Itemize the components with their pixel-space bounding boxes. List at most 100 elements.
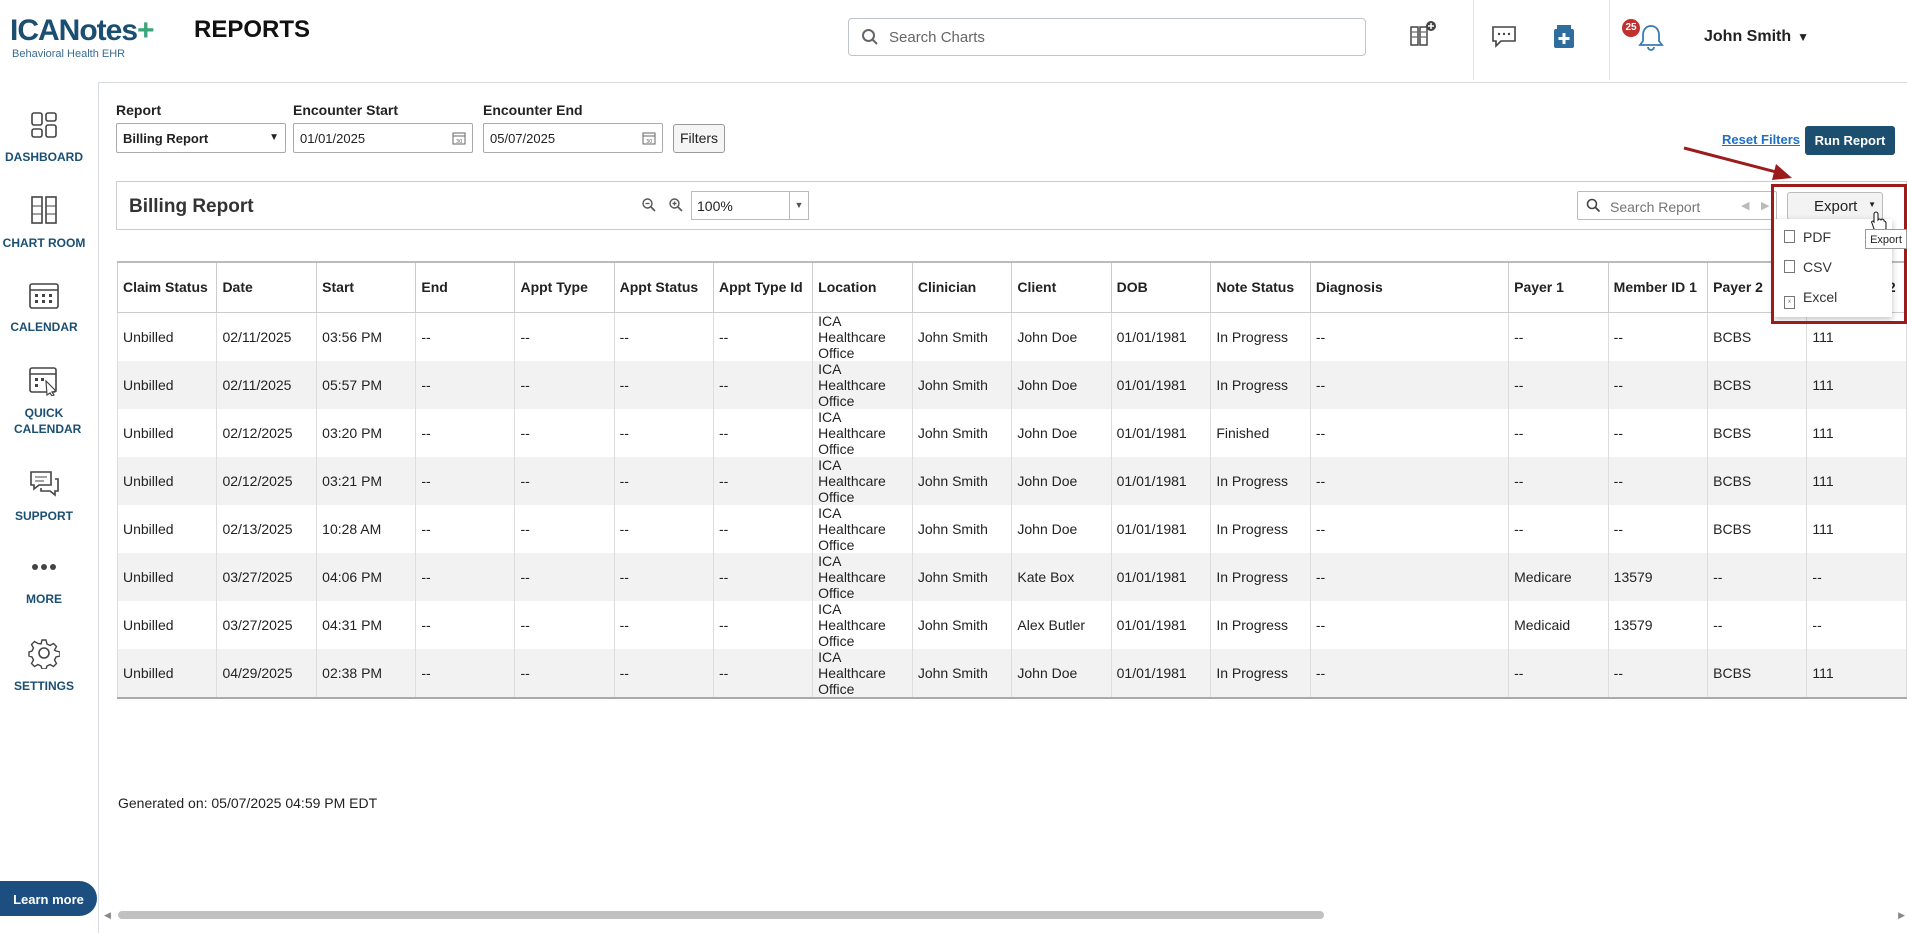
table-cell: -- (415, 456, 516, 505)
table-cell: -- (415, 552, 516, 601)
export-tooltip: Export (1865, 229, 1907, 249)
prev-result-icon[interactable]: ◀ (1741, 199, 1749, 212)
scroll-right-icon[interactable]: ▶ (1898, 910, 1905, 921)
table-cell: 01/01/1981 (1110, 600, 1212, 649)
sidebar-item-dashboard[interactable]: DASHBOARD (0, 110, 88, 165)
table-cell: 02:38 PM (316, 648, 417, 699)
sidebar-item-more[interactable]: MORE (0, 552, 88, 607)
search-charts-input[interactable] (887, 28, 1351, 47)
table-cell: 01/01/1981 (1110, 456, 1212, 505)
search-charts-box[interactable] (848, 18, 1366, 56)
sidebar-item-label: SETTINGS (13, 679, 74, 693)
scroll-left-icon[interactable]: ◀ (104, 910, 111, 921)
table-cell: Medicare (1508, 552, 1609, 601)
search-report-box[interactable]: ◀ ▶ (1577, 191, 1777, 220)
search-report-input[interactable] (1608, 198, 1732, 216)
sidebar-item-chart-room[interactable]: CHART ROOM (0, 194, 88, 251)
table-cell: 111 (1806, 360, 1907, 409)
table-cell: 111 (1806, 648, 1907, 699)
table-cell: Unbilled (116, 552, 218, 601)
horizontal-scrollbar[interactable]: ◀ ▶ (98, 908, 1907, 922)
table-cell: -- (712, 312, 814, 361)
dashboard-icon (31, 112, 57, 138)
table-cell: John Smith (911, 552, 1013, 601)
app-logo[interactable]: ICANotes+ Behavioral Health EHR (10, 14, 155, 60)
page-title: REPORTS (194, 16, 311, 43)
user-menu[interactable]: John Smith ▼ (1704, 28, 1809, 46)
zoom-out-icon[interactable] (641, 197, 657, 218)
table-cell: BCBS (1707, 504, 1808, 553)
table-cell: -- (613, 552, 714, 601)
zoom-value: 100% (697, 198, 733, 214)
table-cell: -- (1309, 504, 1510, 553)
chart-add-icon[interactable] (1408, 20, 1438, 55)
report-select[interactable]: Billing Report ▼ (116, 123, 286, 153)
table-cell: 111 (1806, 408, 1907, 457)
column-header: Start (316, 261, 417, 313)
column-header: Client (1011, 261, 1112, 313)
report-select-value: Billing Report (123, 131, 209, 146)
sidebar-item-settings[interactable]: SETTINGS (0, 637, 88, 694)
table-cell: 01/01/1981 (1110, 360, 1212, 409)
filters-button[interactable]: Filters (673, 124, 725, 153)
encounter-start-field[interactable]: 01/01/2025 30 (293, 123, 473, 153)
table-cell: -- (712, 456, 814, 505)
table-cell: ICA Healthcare Office (812, 312, 913, 361)
report-title: Billing Report (129, 196, 254, 217)
table-cell: John Smith (911, 408, 1013, 457)
table-cell: -- (712, 408, 814, 457)
table-cell: -- (712, 648, 814, 699)
calendar-picker-icon[interactable]: 30 (642, 131, 656, 148)
message-icon[interactable] (1490, 24, 1518, 53)
calendar-picker-icon[interactable]: 30 (452, 131, 466, 148)
quick-calendar-icon (29, 367, 58, 397)
table-cell: 02/13/2025 (216, 504, 318, 553)
table-cell: -- (1309, 552, 1510, 601)
table-cell: John Smith (911, 312, 1013, 361)
table-cell: Alex Butler (1011, 600, 1112, 649)
encounter-end-value: 05/07/2025 (490, 131, 556, 146)
table-cell: -- (1309, 312, 1510, 361)
table-cell: -- (712, 360, 814, 409)
table-cell: -- (415, 360, 516, 409)
bell-icon[interactable] (1636, 22, 1666, 57)
table-cell: Unbilled (116, 456, 218, 505)
table-cell: -- (1607, 408, 1709, 457)
column-header: Clinician (911, 261, 1013, 313)
sidebar-item-support[interactable]: SUPPORT (0, 469, 88, 524)
table-cell: -- (514, 648, 615, 699)
column-header: Appt Type (514, 261, 615, 313)
next-result-icon[interactable]: ▶ (1761, 199, 1769, 212)
table-cell: 03:20 PM (316, 408, 417, 457)
learn-more-button[interactable]: Learn more (0, 881, 97, 916)
table-cell: 03/27/2025 (216, 552, 318, 601)
billing-report-table: Claim Status Date Start End Appt Type Appt St… (116, 261, 1907, 699)
table-cell: -- (1309, 408, 1510, 457)
table-row: Unbilled 02/12/2025 03:21 PM -- -- -- -- ICA He… (116, 456, 1907, 505)
table-cell: In Progress (1210, 312, 1311, 361)
sidebar-item-calendar[interactable]: CALENDAR (0, 280, 88, 335)
table-cell: John Doe (1011, 648, 1112, 699)
sidebar-item-quick-calendar[interactable]: QUICK CALENDAR (0, 364, 88, 437)
zoom-select[interactable]: 100% ▼ (691, 191, 809, 220)
table-cell: Unbilled (116, 648, 218, 699)
table-cell: Medicaid (1508, 600, 1609, 649)
table-cell: 01/01/1981 (1110, 312, 1212, 361)
table-cell: -- (1508, 648, 1609, 699)
scrollbar-thumb[interactable] (118, 911, 1324, 919)
column-header: Diagnosis (1309, 261, 1510, 313)
table-cell: -- (712, 600, 814, 649)
run-report-button[interactable]: Run Report (1805, 126, 1895, 155)
encounter-end-field[interactable]: 05/07/2025 30 (483, 123, 663, 153)
table-row: Unbilled 02/11/2025 03:56 PM -- -- -- -- ICA He… (116, 312, 1907, 361)
table-cell: -- (1309, 648, 1510, 699)
table-cell: 02/11/2025 (216, 312, 318, 361)
table-cell: -- (1309, 456, 1510, 505)
table-cell: -- (415, 504, 516, 553)
column-header: End (415, 261, 516, 313)
table-cell: -- (613, 504, 714, 553)
logo-plus: + (137, 14, 155, 47)
prescription-icon[interactable] (1550, 23, 1578, 56)
annotation-arrow (1683, 146, 1792, 180)
zoom-in-icon[interactable] (668, 197, 684, 218)
